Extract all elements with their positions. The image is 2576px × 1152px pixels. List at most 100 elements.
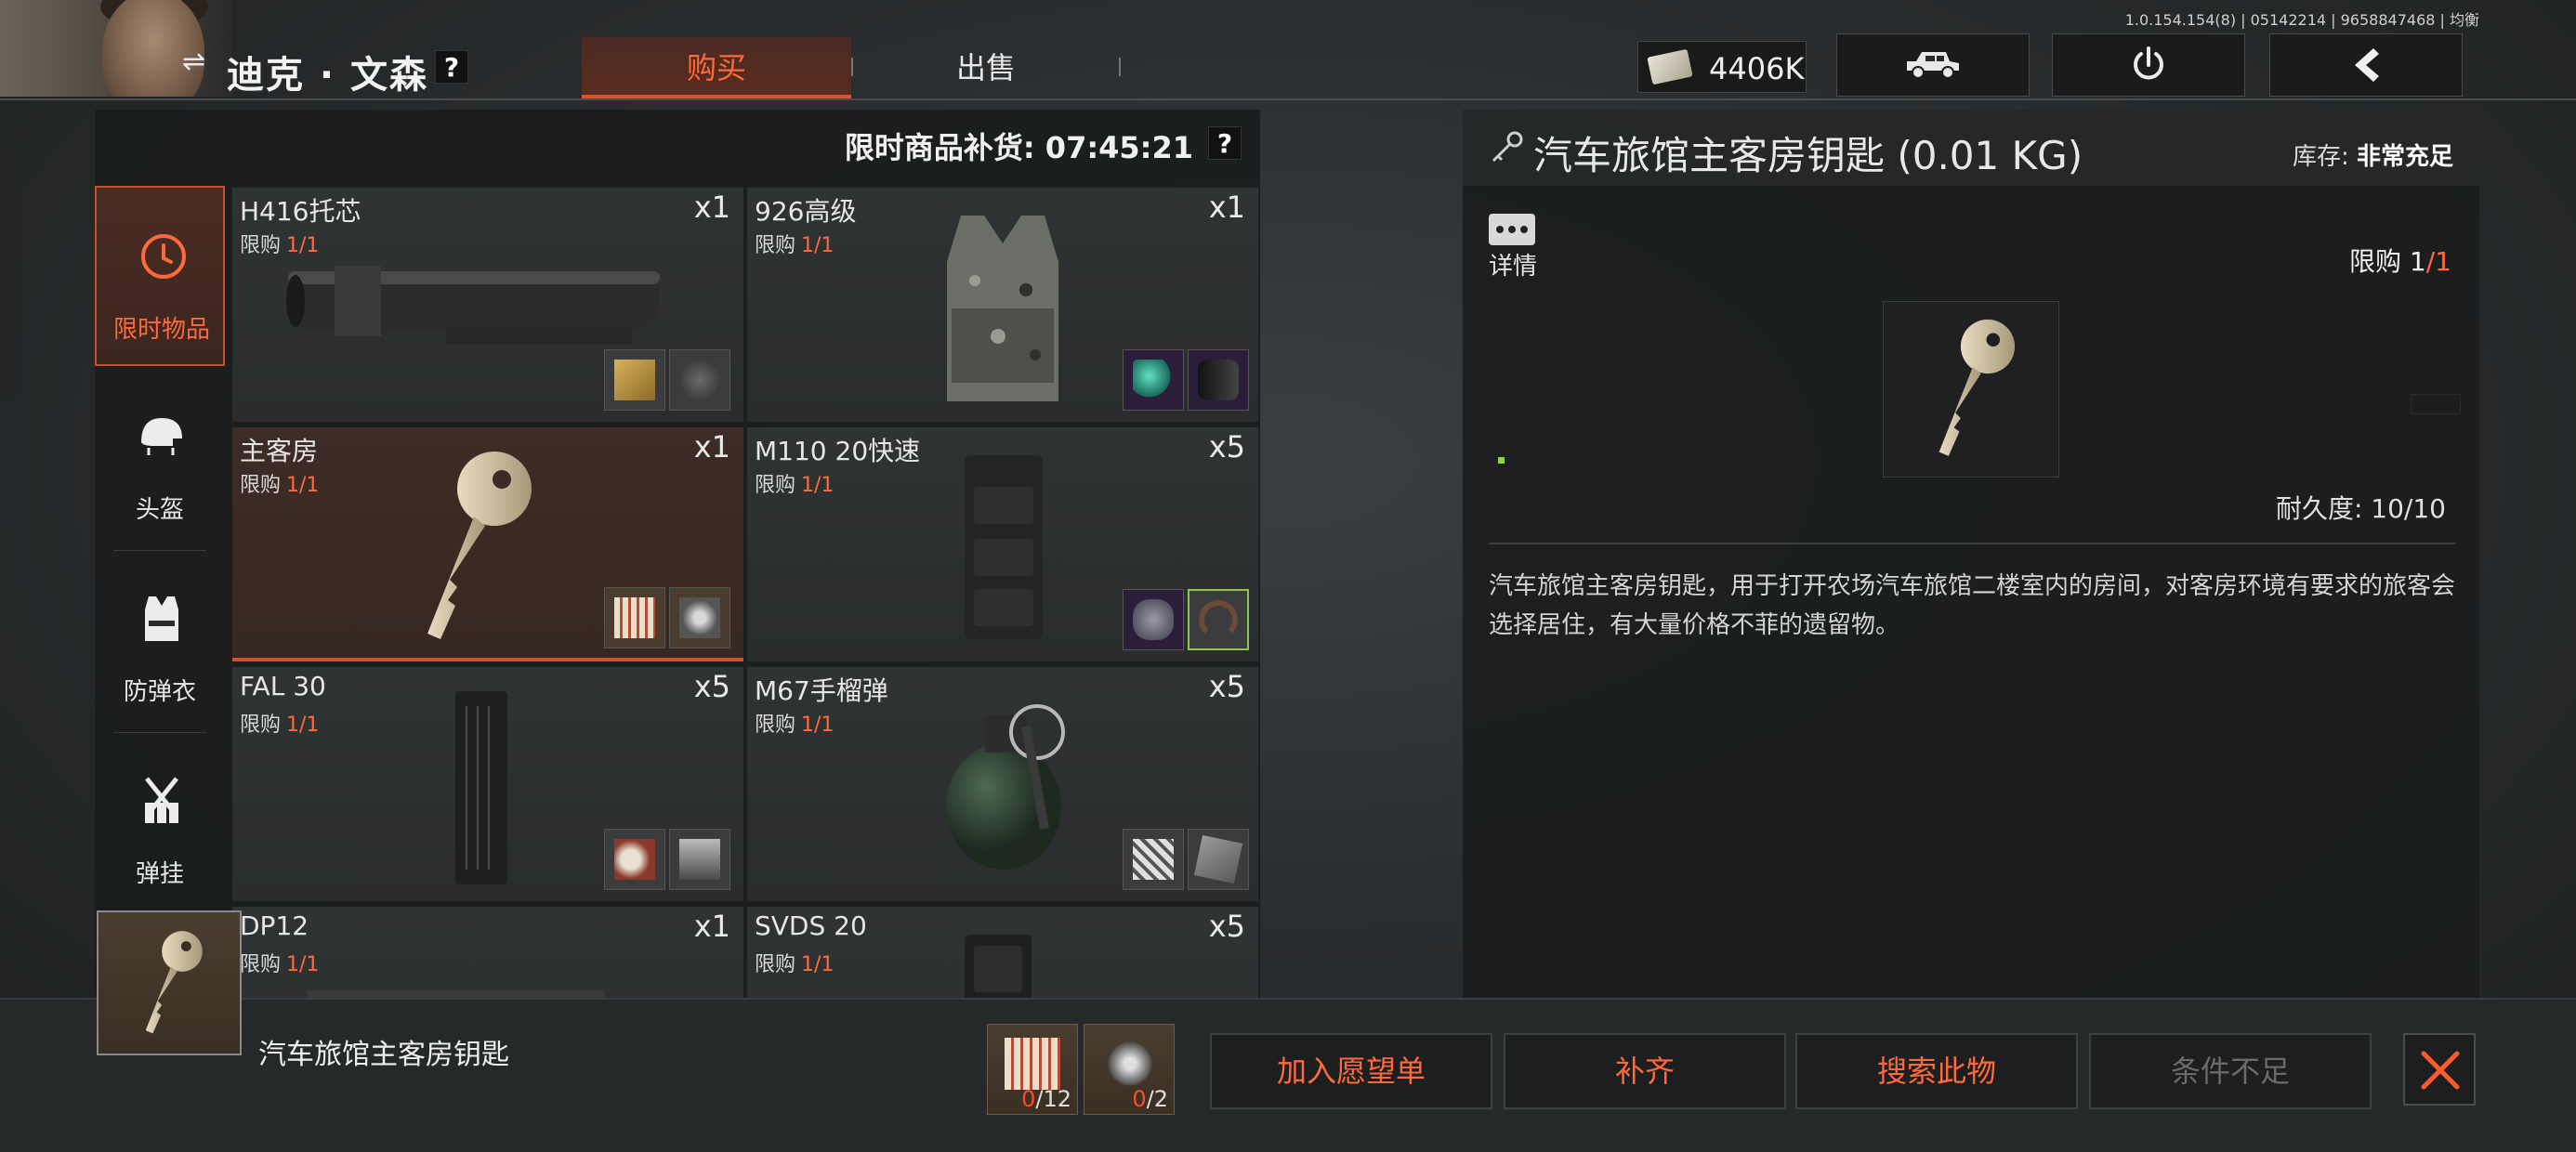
requirement-thumb[interactable] [1123, 589, 1184, 650]
category-vest[interactable]: 防弹衣 [95, 550, 225, 730]
selected-item-thumb [97, 910, 242, 1055]
item-description: 汽车旅馆主客房钥匙，用于打开农场汽车旅馆二楼室内的房间，对客房环境有要求的旅客会… [1489, 572, 2456, 639]
item-card[interactable]: FAL 30 限购 1/1 x5 [232, 667, 743, 901]
requirement-thumb[interactable] [669, 587, 730, 648]
item-quantity: x5 [693, 669, 730, 704]
item-name: M67手榴弹 [755, 675, 888, 706]
item-quantity: x1 [1208, 190, 1245, 225]
requirement-thumb[interactable] [669, 829, 730, 890]
magazine-image [965, 935, 1032, 998]
requirement-thumb[interactable] [604, 349, 665, 411]
item-card[interactable]: H416托芯 限购 1/1 x1 [232, 188, 743, 422]
requirement-thumb[interactable] [1123, 349, 1184, 411]
key-icon [1492, 131, 1523, 163]
tab-sell[interactable]: 出售 [851, 37, 1121, 98]
key-image [427, 452, 532, 639]
wallet-amount: 4406K [1709, 51, 1805, 86]
item-quantity: x5 [1208, 909, 1245, 944]
category-sidebar: 限时物品 头盔 防弹衣 弹挂 [95, 186, 225, 998]
requirement-thumb[interactable] [1188, 349, 1249, 411]
item-name: 主客房 [240, 436, 319, 466]
top-divider [0, 98, 2576, 100]
item-quantity: x5 [1208, 669, 1245, 704]
requirement-thumb[interactable] [1188, 589, 1249, 650]
shotgun-image [307, 990, 604, 998]
side-drawer-handle[interactable] [0, 149, 20, 399]
stock-tube-image [286, 266, 660, 344]
category-label: 防弹衣 [123, 678, 196, 706]
top-bar: ⇌ 迪克 · 文森 ? 购买 出售 1.0.154.154(8) | 05142… [0, 0, 2576, 100]
requirement-count: 0/12 [1021, 1086, 1071, 1112]
item-card[interactable]: 926高级 限购 1/1 x1 [747, 188, 1258, 422]
item-card[interactable]: SVDS 20 限购 1/1 x5 [747, 907, 1258, 998]
detail-title: 汽车旅馆主客房钥匙 (0.01 KG) [1533, 133, 2083, 178]
requirement-count: 0/2 [1132, 1086, 1168, 1112]
chest-rig-icon [145, 777, 178, 823]
power-button[interactable] [2052, 33, 2245, 97]
tab-buy[interactable]: 购买 [582, 37, 851, 98]
item-preview [1883, 301, 2059, 478]
back-button[interactable] [2269, 33, 2463, 97]
fill-up-button[interactable]: 补齐 [1504, 1033, 1786, 1109]
category-label: 头盔 [135, 496, 184, 524]
item-name: DP12 [240, 910, 309, 941]
item-quantity: x1 [693, 909, 730, 944]
clock-icon [141, 234, 186, 279]
requirement-item[interactable]: 0/12 [987, 1024, 1078, 1115]
requirement-thumb[interactable] [1123, 829, 1184, 890]
item-quantity: x1 [693, 429, 730, 465]
item-card[interactable]: M67手榴弹 限购 1/1 x5 [747, 667, 1258, 901]
search-item-button[interactable]: 搜索此物 [1795, 1033, 2078, 1109]
item-name: SVDS 20 [755, 910, 867, 941]
requirement-thumb[interactable] [604, 587, 665, 648]
requirement-thumb[interactable] [1188, 829, 1249, 890]
buy-button-disabled[interactable]: 条件不足 [2089, 1033, 2372, 1109]
jeep-icon [1907, 52, 1959, 79]
help-icon[interactable]: ? [435, 50, 468, 84]
version-label: 1.0.154.154(8) | 05142214 | 9658847468 |… [2124, 11, 2479, 29]
category-label: 弹挂 [135, 860, 184, 888]
swap-icon[interactable]: ⇌ [182, 48, 214, 76]
magazine-image [965, 455, 1043, 639]
item-name: M110 20快速 [755, 436, 921, 466]
item-quantity: x1 [693, 190, 730, 225]
details-icon[interactable] [1489, 214, 1535, 245]
requirement-image [1005, 1038, 1060, 1090]
category-helmet[interactable]: 头盔 [95, 368, 225, 548]
vest-icon [145, 596, 178, 641]
key-image [145, 931, 203, 1034]
category-chest-rig[interactable]: 弹挂 [95, 732, 225, 912]
requirement-image [1103, 1038, 1157, 1090]
grenade-image [946, 704, 1065, 870]
details-label[interactable]: 详情 [1489, 247, 1537, 281]
item-quantity: x5 [1208, 429, 1245, 465]
requirement-thumb[interactable] [604, 829, 665, 890]
add-to-wishlist-button[interactable]: 加入愿望单 [1210, 1033, 1492, 1109]
chevron-left-icon [2355, 48, 2379, 82]
close-button[interactable] [2403, 1033, 2476, 1106]
item-limit: 限购 1/1 [240, 234, 320, 257]
tab-divider [1119, 58, 1121, 76]
requirement-item[interactable]: 0/2 [1084, 1024, 1175, 1115]
requirement-thumb[interactable] [669, 349, 730, 411]
item-limit: 限购 1/1 [240, 474, 320, 497]
category-limited[interactable]: 限时物品 [95, 186, 225, 366]
item-name: 926高级 [755, 196, 857, 227]
item-grid: H416托芯 限购 1/1 x1 926高级 限购 1/1 x1 主客房 限购 … [232, 188, 1258, 998]
item-card-selected[interactable]: 主客房 限购 1/1 x1 [232, 427, 743, 661]
detail-divider [1489, 543, 2455, 544]
item-card[interactable]: M110 20快速 限购 1/1 x5 [747, 427, 1258, 661]
shop-panel: 限时商品补货: 07:45:21 ? 限时物品 头盔 防弹衣 弹挂 H416托芯… [95, 110, 1260, 998]
key-image [1939, 319, 2016, 456]
item-limit: 限购 1/1 [240, 953, 320, 976]
item-card[interactable]: DP12 限购 1/1 x1 [232, 907, 743, 998]
close-icon [2421, 1051, 2460, 1090]
vehicle-button[interactable] [1836, 33, 2030, 97]
item-limit: 限购 1/1 [755, 953, 835, 976]
selected-item-name: 汽车旅馆主客房钥匙 [258, 1039, 509, 1071]
item-limit: 限购 1/1 [755, 713, 835, 737]
item-detail-panel: 汽车旅馆主客房钥匙 (0.01 KG) 库存: 非常充足 详情 限购 1/1 耐… [1463, 110, 2479, 998]
help-icon[interactable]: ? [1208, 126, 1242, 160]
status-dot [1498, 457, 1505, 464]
watermark-icon [2411, 394, 2461, 414]
